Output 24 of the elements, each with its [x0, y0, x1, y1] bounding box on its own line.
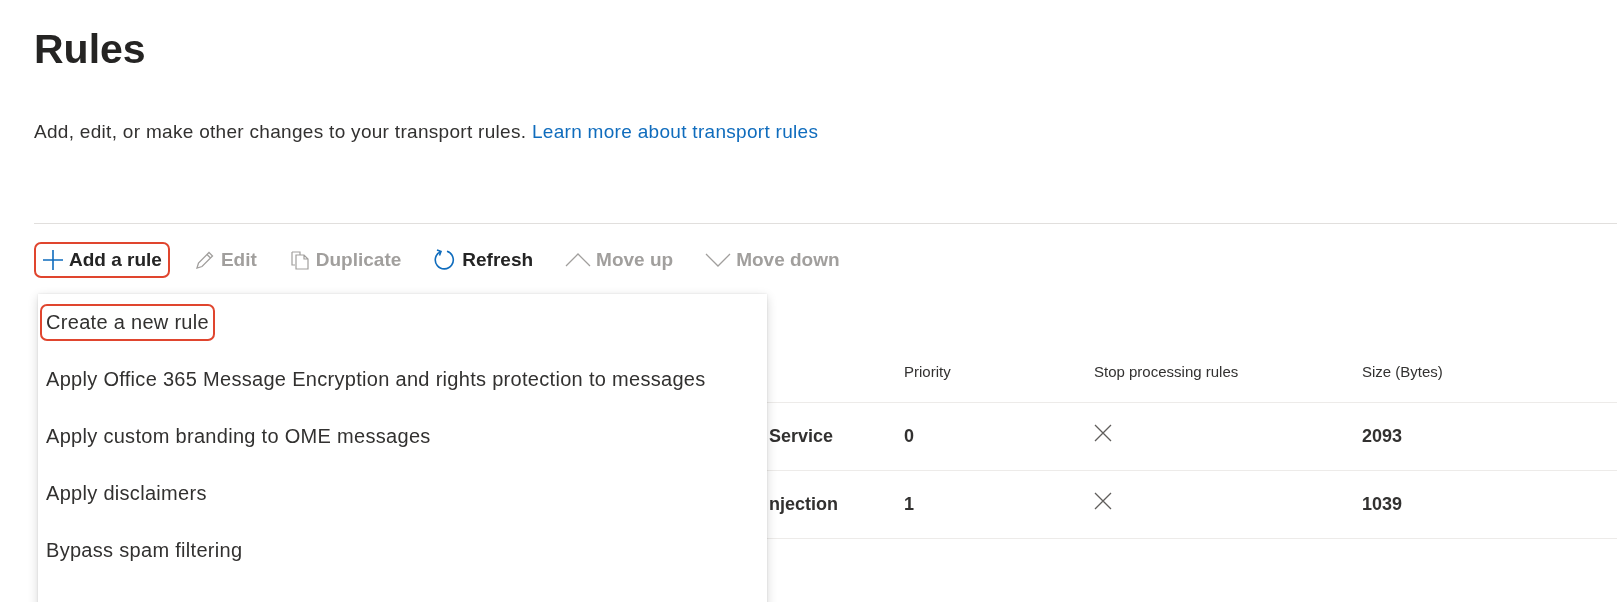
table-cell: njection: [769, 494, 838, 514]
page-title: Rules: [34, 25, 147, 74]
table-cell: 1: [904, 494, 914, 514]
table-cell: 1039: [1362, 494, 1403, 514]
copy-icon: [288, 249, 311, 271]
table-cell: Service: [769, 426, 834, 446]
pencil-icon: [193, 249, 216, 271]
menu-item[interactable]: Create a new rule: [40, 304, 215, 341]
column-header[interactable]: Size (Bytes): [1362, 363, 1443, 380]
refresh-button[interactable]: Refresh: [425, 242, 542, 278]
learn-more-link[interactable]: Learn more about transport rules: [531, 121, 819, 142]
column-header[interactable]: Stop processing rules: [1094, 363, 1239, 380]
menu-item[interactable]: Apply Office 365 Message Encryption and rights protection to messages: [40, 361, 712, 398]
add-button[interactable]: Add a rule: [34, 242, 170, 278]
menu-item[interactable]: Bypass spam filtering: [40, 532, 249, 569]
plus-icon: [42, 249, 64, 271]
table-cell: 2093: [1362, 426, 1403, 446]
column-header[interactable]: Priority: [904, 363, 951, 380]
chevron-up-icon: [565, 252, 592, 268]
chevron-down-icon: [705, 252, 732, 268]
page-description: Add, edit, or make other changes to your transport rules. Learn more about transport rules: [34, 120, 820, 144]
table-cell: 0: [904, 426, 914, 446]
menu-item[interactable]: Apply custom branding to OME messages: [40, 418, 437, 455]
menu-item[interactable]: Apply disclaimers: [40, 475, 213, 512]
